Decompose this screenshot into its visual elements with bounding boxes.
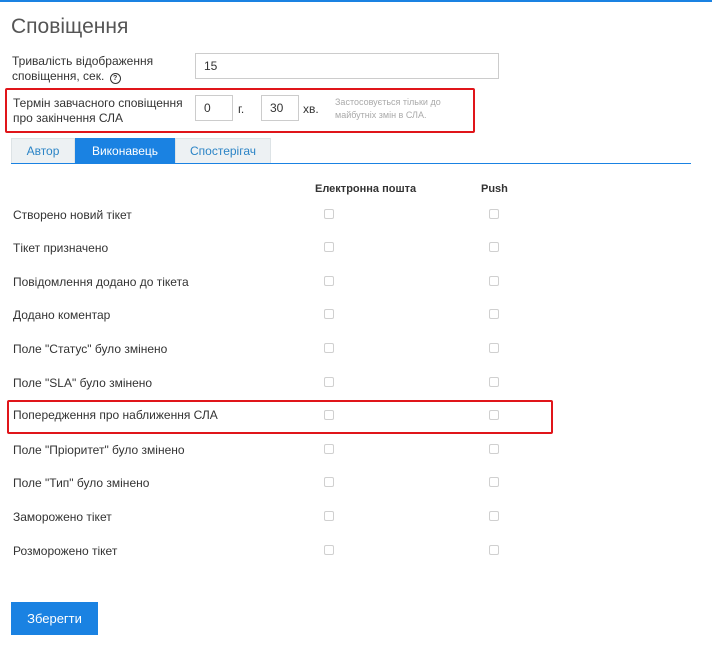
event-label: Додано коментар [13,308,111,322]
sla-event-highlight-box [7,400,553,434]
event-label: Тікет призначено [13,241,109,255]
email-checkbox[interactable] [324,444,334,454]
push-checkbox[interactable] [489,209,499,219]
push-checkbox[interactable] [489,343,499,353]
top-accent-line [0,0,712,2]
email-checkbox[interactable] [324,309,334,319]
email-checkbox[interactable] [324,545,334,555]
email-checkbox[interactable] [324,477,334,487]
push-checkbox[interactable] [489,377,499,387]
display-duration-label: Тривалість відображення сповіщення, сек.… [12,54,153,84]
event-label: Створено новий тікет [13,208,132,222]
email-checkbox[interactable] [324,343,334,353]
event-label: Повідомлення додано до тікета [13,275,189,289]
display-duration-label-line2: сповіщення, сек. [12,69,105,83]
event-label: Заморожено тікет [13,510,112,524]
page-title: Сповіщення [11,15,129,38]
email-column-header: Електронна пошта [315,183,417,195]
display-duration-label-line1: Тривалість відображення [12,54,154,68]
event-label: Поле "Тип" було змінено [13,476,150,490]
tab-assignee[interactable]: Виконавець [75,138,175,163]
event-label: Поле "SLA" було змінено [13,376,153,390]
push-checkbox[interactable] [489,309,499,319]
event-label: Розморожено тікет [13,544,118,558]
tab-observer[interactable]: Спостерігач [175,138,271,163]
email-checkbox[interactable] [324,242,334,252]
email-checkbox[interactable] [324,209,334,219]
push-checkbox[interactable] [489,242,499,252]
help-icon[interactable]: ? [109,73,121,84]
push-checkbox[interactable] [489,511,499,521]
tab-author[interactable]: Автор [11,138,75,163]
display-duration-input[interactable]: 15 [195,53,499,79]
push-column-header: Push [481,183,508,195]
tab-underline [11,163,691,164]
sla-warning-highlight-box [5,88,475,133]
email-checkbox[interactable] [324,377,334,387]
event-label: Поле "Пріоритет" було змінено [13,443,185,457]
event-label: Поле "Статус" було змінено [13,342,168,356]
push-checkbox[interactable] [489,545,499,555]
push-checkbox[interactable] [489,276,499,286]
email-checkbox[interactable] [324,276,334,286]
save-button[interactable]: Зберегти [11,602,98,635]
email-checkbox[interactable] [324,511,334,521]
push-checkbox[interactable] [489,444,499,454]
push-checkbox[interactable] [489,477,499,487]
